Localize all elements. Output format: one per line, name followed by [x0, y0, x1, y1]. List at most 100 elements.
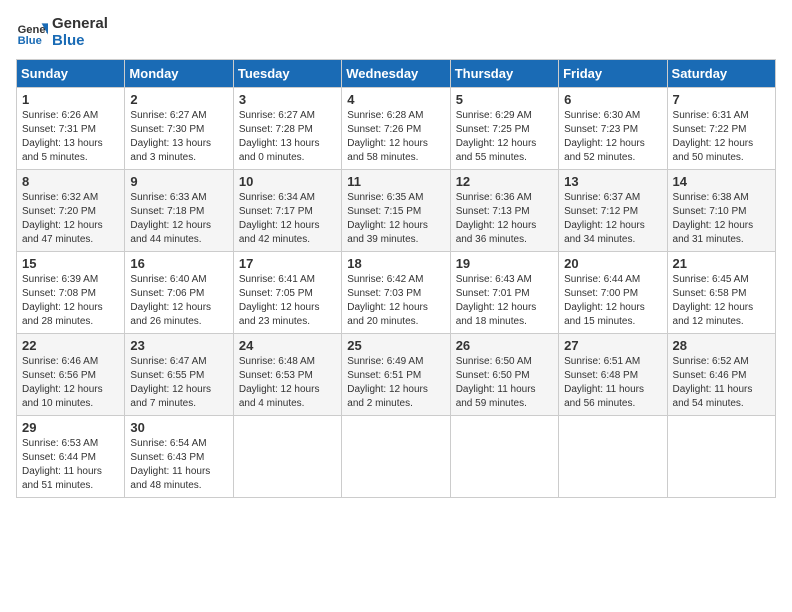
calendar-cell: 30Sunrise: 6:54 AMSunset: 6:43 PMDayligh… — [125, 416, 233, 498]
calendar-cell: 18Sunrise: 6:42 AMSunset: 7:03 PMDayligh… — [342, 252, 450, 334]
cell-info: Daylight: 11 hours and 56 minutes. — [564, 383, 661, 411]
cell-info: Sunset: 7:13 PM — [456, 205, 553, 219]
logo-icon: General Blue — [16, 17, 48, 49]
cell-info: Sunrise: 6:28 AM — [347, 109, 444, 123]
calendar-cell: 28Sunrise: 6:52 AMSunset: 6:46 PMDayligh… — [667, 334, 775, 416]
cell-info: Sunset: 7:17 PM — [239, 205, 336, 219]
cell-info: Daylight: 12 hours and 31 minutes. — [673, 219, 770, 247]
cell-info: Daylight: 12 hours and 44 minutes. — [130, 219, 227, 247]
calendar-cell: 3Sunrise: 6:27 AMSunset: 7:28 PMDaylight… — [233, 88, 341, 170]
cell-info: Sunset: 7:08 PM — [22, 287, 119, 301]
day-number: 18 — [347, 256, 444, 271]
cell-info: Sunset: 7:30 PM — [130, 123, 227, 137]
cell-info: Sunrise: 6:41 AM — [239, 273, 336, 287]
cell-info: Sunset: 6:53 PM — [239, 369, 336, 383]
cell-info: Sunrise: 6:50 AM — [456, 355, 553, 369]
calendar-cell: 10 Sunrise: 6:34 AMSunset: 7:17 PMDayligh… — [233, 170, 341, 252]
cell-info: Sunset: 7:05 PM — [239, 287, 336, 301]
day-number: 19 — [456, 256, 553, 271]
cell-info: Sunrise: 6:54 AM — [130, 437, 227, 451]
day-number: 15 — [22, 256, 119, 271]
cell-info: Sunrise: 6:31 AM — [673, 109, 770, 123]
cell-info: Daylight: 12 hours and 10 minutes. — [22, 383, 119, 411]
cell-info: Daylight: 12 hours and 20 minutes. — [347, 301, 444, 329]
calendar-cell: 1 Sunrise: 6:26 AMSunset: 7:31 PMDaylight… — [17, 88, 125, 170]
header-friday: Friday — [559, 60, 667, 88]
cell-info: Sunrise: 6:39 AM — [22, 273, 119, 287]
calendar-cell: 19Sunrise: 6:43 AMSunset: 7:01 PMDayligh… — [450, 252, 558, 334]
cell-info: Sunrise: 6:49 AM — [347, 355, 444, 369]
day-number: 29 — [22, 420, 119, 435]
page-header: General Blue General Blue — [16, 16, 776, 49]
cell-info: Daylight: 12 hours and 42 minutes. — [239, 219, 336, 247]
day-number: 13 — [564, 174, 661, 189]
calendar-cell: 25Sunrise: 6:49 AMSunset: 6:51 PMDayligh… — [342, 334, 450, 416]
day-number: 9 — [130, 174, 227, 189]
cell-info: Sunrise: 6:53 AM — [22, 437, 119, 451]
cell-info: Daylight: 12 hours and 36 minutes. — [456, 219, 553, 247]
header-thursday: Thursday — [450, 60, 558, 88]
cell-info: Sunset: 6:55 PM — [130, 369, 227, 383]
day-number: 26 — [456, 338, 553, 353]
cell-info: Sunset: 7:20 PM — [22, 205, 119, 219]
day-number: 24 — [239, 338, 336, 353]
cell-info: Sunrise: 6:47 AM — [130, 355, 227, 369]
cell-info: Daylight: 12 hours and 47 minutes. — [22, 219, 119, 247]
calendar-cell: 14Sunrise: 6:38 AMSunset: 7:10 PMDayligh… — [667, 170, 775, 252]
cell-info: Sunrise: 6:51 AM — [564, 355, 661, 369]
cell-info: Sunrise: 6:27 AM — [130, 109, 227, 123]
day-number: 20 — [564, 256, 661, 271]
calendar-week-row: 1Sunrise: 6:26 AMSunset: 7:31 PMDaylight… — [17, 88, 776, 170]
cell-info: Sunrise: 6:30 AM — [564, 109, 661, 123]
cell-info: Sunrise: 6:43 AM — [456, 273, 553, 287]
day-number: 10 — [239, 174, 336, 189]
day-number: 14 — [673, 174, 770, 189]
calendar-cell: 24Sunrise: 6:48 AMSunset: 6:53 PMDayligh… — [233, 334, 341, 416]
calendar-cell: 22Sunrise: 6:46 AMSunset: 6:56 PMDayligh… — [17, 334, 125, 416]
calendar-cell: 20Sunrise: 6:44 AMSunset: 7:00 PMDayligh… — [559, 252, 667, 334]
cell-info: Sunrise: 6:32 AM — [22, 191, 119, 205]
day-number: 2 — [130, 92, 227, 107]
calendar-cell — [559, 416, 667, 498]
cell-info: Sunrise: 6:35 AM — [347, 191, 444, 205]
calendar-cell: 2Sunrise: 6:27 AMSunset: 7:30 PMDaylight… — [125, 88, 233, 170]
cell-info: Sunset: 7:31 PM — [22, 123, 119, 137]
cell-info: Sunset: 7:26 PM — [347, 123, 444, 137]
cell-info: Sunset: 7:00 PM — [564, 287, 661, 301]
cell-info: Sunset: 6:48 PM — [564, 369, 661, 383]
calendar-cell: 21Sunrise: 6:45 AMSunset: 6:58 PMDayligh… — [667, 252, 775, 334]
cell-info: Daylight: 13 hours and 5 minutes. — [22, 137, 119, 165]
day-number: 21 — [673, 256, 770, 271]
cell-info: Sunset: 7:03 PM — [347, 287, 444, 301]
day-number: 30 — [130, 420, 227, 435]
calendar-week-row: 8Sunrise: 6:32 AMSunset: 7:20 PMDaylight… — [17, 170, 776, 252]
cell-info: Daylight: 12 hours and 58 minutes. — [347, 137, 444, 165]
cell-info: Sunrise: 6:44 AM — [564, 273, 661, 287]
logo: General Blue General Blue — [16, 16, 108, 49]
day-number: 22 — [22, 338, 119, 353]
calendar-cell: 26Sunrise: 6:50 AMSunset: 6:50 PMDayligh… — [450, 334, 558, 416]
cell-info: Sunrise: 6:34 AM — [239, 191, 336, 205]
logo-blue: Blue — [52, 33, 108, 50]
cell-info: Daylight: 11 hours and 48 minutes. — [130, 465, 227, 493]
day-number: 6 — [564, 92, 661, 107]
cell-info: Sunset: 7:22 PM — [673, 123, 770, 137]
cell-info: Sunset: 6:51 PM — [347, 369, 444, 383]
calendar-cell: 13Sunrise: 6:37 AMSunset: 7:12 PMDayligh… — [559, 170, 667, 252]
day-number: 1 — [22, 92, 119, 107]
cell-info: Daylight: 13 hours and 0 minutes. — [239, 137, 336, 165]
cell-info: Sunrise: 6:37 AM — [564, 191, 661, 205]
cell-info: Sunrise: 6:26 AM — [22, 109, 119, 123]
cell-info: Daylight: 12 hours and 7 minutes. — [130, 383, 227, 411]
cell-info: Sunset: 7:15 PM — [347, 205, 444, 219]
calendar-cell — [450, 416, 558, 498]
calendar-week-row: 15 Sunrise: 6:39 AMSunset: 7:08 PM Dayligh… — [17, 252, 776, 334]
cell-info: Daylight: 11 hours and 59 minutes. — [456, 383, 553, 411]
cell-info: Daylight: 12 hours and 23 minutes. — [239, 301, 336, 329]
calendar-cell: 7Sunrise: 6:31 AMSunset: 7:22 PMDaylight… — [667, 88, 775, 170]
header-saturday: Saturday — [667, 60, 775, 88]
day-number: 25 — [347, 338, 444, 353]
cell-info: Sunset: 7:28 PM — [239, 123, 336, 137]
calendar-table: SundayMondayTuesdayWednesdayThursdayFrid… — [16, 59, 776, 498]
cell-info: Sunrise: 6:40 AM — [130, 273, 227, 287]
